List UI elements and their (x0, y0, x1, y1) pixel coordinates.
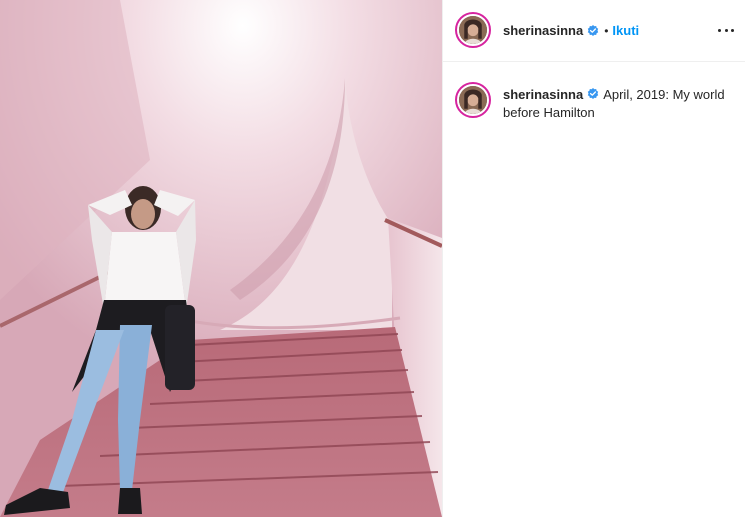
avatar-image (459, 16, 487, 44)
caption-avatar[interactable] (455, 82, 491, 118)
follow-button[interactable]: Ikuti (612, 23, 639, 38)
verified-badge-icon (587, 24, 599, 37)
caption-username-link[interactable]: sherinasinna (503, 87, 583, 102)
avatar[interactable] (455, 12, 491, 48)
caption-text-block: sherinasinna April, 2019: My world before… (503, 86, 735, 122)
verified-badge-icon (587, 88, 599, 100)
avatar-image (459, 86, 487, 114)
separator-dot: • (604, 23, 609, 38)
username-link[interactable]: sherinasinna (503, 23, 583, 38)
post-header: sherinasinna • Ikuti (443, 0, 745, 62)
more-options-icon[interactable] (718, 22, 734, 38)
post-photo[interactable] (0, 0, 442, 517)
header-user: sherinasinna • Ikuti (503, 23, 639, 38)
post-sidebar: sherinasinna • Ikuti sherinasinna April,… (442, 0, 745, 517)
instagram-post: sherinasinna • Ikuti sherinasinna April,… (0, 0, 745, 517)
staircase-photo (0, 0, 442, 517)
